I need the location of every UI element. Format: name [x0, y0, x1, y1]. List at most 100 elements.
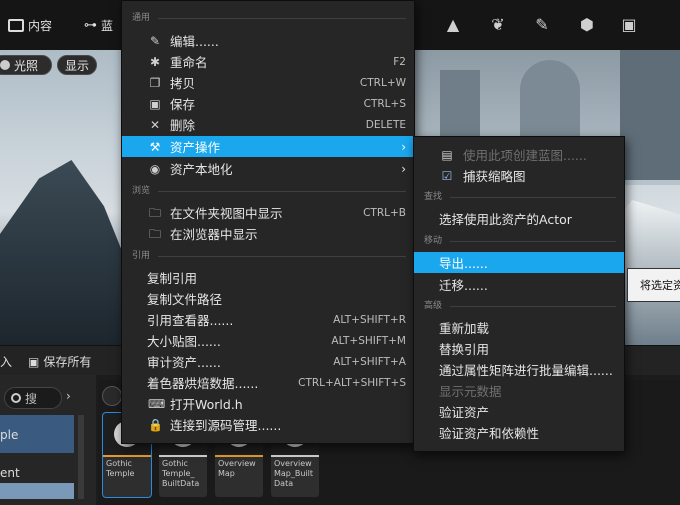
- menu-item-label: 复制引用: [147, 271, 198, 286]
- menu-item-9[interactable]: 🗀 在浏览器中显示: [122, 223, 414, 244]
- menu-item-shortcut: ALT+SHIFT+A: [333, 355, 406, 368]
- submenu-item-1[interactable]: ▤ 使用此项创建蓝图......: [414, 144, 624, 165]
- save-icon: ▣: [149, 96, 161, 111]
- menu-item-shortcut: CTRL+S: [363, 97, 406, 110]
- submenu-item-label: 使用此项创建蓝图......: [463, 148, 587, 163]
- blueprint-label: 蓝: [101, 18, 114, 33]
- content-button[interactable]: 内容: [8, 14, 52, 36]
- menu-item-label: 重命名: [170, 55, 208, 70]
- menu-item-shortcut: CTRL+ALT+SHIFT+S: [298, 376, 406, 389]
- menu-item-label: 编辑......: [170, 34, 219, 49]
- menu-item-3[interactable]: ❐ 拷贝 CTRL+W: [122, 72, 414, 93]
- menu-item-6[interactable]: ⚒ 资产操作 ›: [122, 136, 414, 157]
- submenu-item-7[interactable]: 替换引用: [414, 338, 624, 359]
- submenu-item-label: 验证资产和依赖性: [439, 426, 540, 441]
- submenu-item-3[interactable]: 选择使用此资产的Actor: [414, 208, 624, 229]
- menu-item-shortcut: ALT+SHIFT+R: [333, 313, 406, 326]
- section-header-find: 查找: [414, 189, 624, 205]
- folder-item-selected[interactable]: [0, 483, 74, 499]
- modeling-icon[interactable]: ▣: [618, 14, 640, 36]
- temple-wall: [620, 50, 680, 180]
- menu-item-16[interactable]: ⌨ 打开World.h: [122, 393, 414, 414]
- submenu-item-label: 显示元数据: [439, 384, 502, 399]
- menu-item-17[interactable]: 🔒 连接到源码管理......: [122, 414, 414, 435]
- content-label: 内容: [28, 18, 53, 33]
- menu-item-10[interactable]: 复制引用: [122, 267, 414, 288]
- menu-item-label: 保存: [170, 97, 196, 112]
- menu-item-label: 在浏览器中显示: [170, 227, 258, 242]
- submenu-item-9[interactable]: 显示元数据: [414, 380, 624, 401]
- menu-item-12[interactable]: 引用查看器...... ALT+SHIFT+R: [122, 309, 414, 330]
- tooltip-text: 将选定资: [640, 279, 680, 292]
- copy-icon: ❐: [149, 75, 161, 90]
- paint-icon[interactable]: ✎: [531, 14, 553, 36]
- menu-item-label: 审计资产......: [147, 355, 221, 370]
- search-field[interactable]: 搜: [4, 387, 62, 409]
- section-header-common: 通用: [122, 10, 414, 26]
- checkbox-icon[interactable]: ☑: [440, 169, 454, 183]
- folder-item[interactable]: ple: [0, 415, 74, 453]
- asset-label: Gothic Temple: [106, 459, 135, 478]
- save-all-button[interactable]: ▣ 保存所有: [28, 353, 91, 370]
- lit-label: 光照: [14, 58, 39, 73]
- menu-item-label: 复制文件路径: [147, 292, 223, 307]
- menu-item-4[interactable]: ▣ 保存 CTRL+S: [122, 93, 414, 114]
- lit-mode-button[interactable]: 光照: [0, 55, 52, 75]
- menu-item-label: 连接到源码管理......: [170, 418, 282, 433]
- menu-item-15[interactable]: 着色器烘焙数据...... CTRL+ALT+SHIFT+S: [122, 372, 414, 393]
- menu-item-5[interactable]: ✕ 删除 DELETE: [122, 114, 414, 135]
- submenu-item-10[interactable]: 验证资产: [414, 401, 624, 422]
- foliage-icon[interactable]: ❦: [487, 14, 509, 36]
- submenu-item-11[interactable]: 验证资产和依赖性: [414, 422, 624, 443]
- blueprint-button[interactable]: ⊶ 蓝: [84, 14, 113, 36]
- search-placeholder: 搜: [25, 391, 38, 406]
- delete-icon: ✕: [149, 117, 161, 132]
- menu-item-shortcut: CTRL+B: [363, 206, 406, 219]
- folder-search-icon: 🗀: [148, 226, 161, 241]
- scrollbar[interactable]: [78, 415, 84, 499]
- menu-item-2[interactable]: ✱ 重命名 F2: [122, 51, 414, 72]
- menu-item-14[interactable]: 审计资产...... ALT+SHIFT+A: [122, 351, 414, 372]
- menu-item-shortcut: CTRL+W: [359, 76, 406, 89]
- menu-item-label: 打开World.h: [170, 397, 243, 412]
- folder-icon: [8, 18, 24, 32]
- section-header-reference: 引用: [122, 248, 414, 264]
- asset-context-menu: 通用 浏览 引用 ✎ 编辑...... ✱ 重命名 F2 ❐ 拷贝 CTRL+W ▣ 保存 CTRL…: [121, 0, 415, 444]
- menu-item-7[interactable]: ◉ 资产本地化 ›: [122, 158, 414, 179]
- submenu-item-label: 重新加载: [439, 321, 490, 336]
- section-header-advanced: 高级: [414, 298, 624, 314]
- menu-item-8[interactable]: 🗀 在文件夹视图中显示 CTRL+B: [122, 202, 414, 223]
- import-button[interactable]: 入: [0, 353, 12, 370]
- blueprint-icon: ⊶: [84, 17, 97, 33]
- code-icon: ⌨: [148, 396, 166, 411]
- submenu-item-6[interactable]: 重新加载: [414, 317, 624, 338]
- menu-item-label: 在文件夹视图中显示: [170, 206, 283, 221]
- submenu-item-4[interactable]: 导出......: [414, 252, 624, 273]
- menu-item-label: 删除: [170, 118, 196, 133]
- section-header-move: 移动: [414, 233, 624, 249]
- landscape-icon[interactable]: ▲: [442, 14, 464, 36]
- chevron-right-icon[interactable]: ›: [66, 389, 71, 403]
- asset-label: Overview Map: [218, 459, 256, 478]
- submenu-item-2[interactable]: ☑ 捕获缩略图: [414, 165, 624, 186]
- menu-item-label: 拷贝: [170, 76, 196, 91]
- show-label: 显示: [65, 58, 90, 73]
- filter-button[interactable]: [102, 386, 122, 406]
- menu-item-label: 着色器烘焙数据......: [147, 376, 259, 391]
- submenu-item-label: 捕获缩略图: [463, 169, 526, 184]
- save-all-label: 保存所有: [43, 355, 92, 369]
- fracture-icon[interactable]: ⬢: [576, 14, 598, 36]
- menu-item-1[interactable]: ✎ 编辑......: [122, 30, 414, 51]
- menu-item-shortcut: F2: [393, 55, 406, 68]
- menu-item-13[interactable]: 大小贴图...... ALT+SHIFT+M: [122, 330, 414, 351]
- chevron-right-icon: ›: [401, 161, 406, 176]
- folder-tree-panel: 搜 › ple ent: [0, 375, 96, 505]
- chevron-right-icon: ›: [401, 139, 406, 154]
- submenu-item-8[interactable]: 通过属性矩阵进行批量编辑......: [414, 359, 624, 380]
- submenu-item-5[interactable]: 迁移......: [414, 274, 624, 295]
- folder-item[interactable]: ent: [0, 463, 74, 483]
- menu-item-11[interactable]: 复制文件路径: [122, 288, 414, 309]
- cliff-shape: [0, 160, 130, 345]
- submenu-item-label: 选择使用此资产的Actor: [439, 212, 572, 227]
- show-button[interactable]: 显示: [57, 55, 97, 75]
